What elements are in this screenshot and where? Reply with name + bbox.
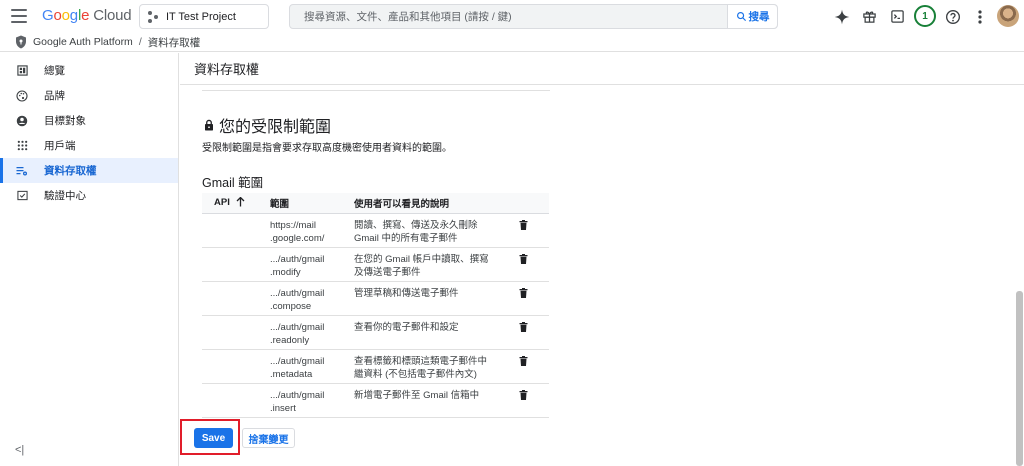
restricted-scopes-title: 您的受限制範圍 xyxy=(204,113,331,137)
table-row: https://mail .google.com/ 閱讀、撰寫、傳送及永久刪除 Gm… xyxy=(202,213,549,248)
dashboard-icon xyxy=(16,65,28,77)
sidebar-item-clients[interactable]: 用戶端 xyxy=(0,133,178,158)
delete-icon[interactable] xyxy=(519,355,528,366)
table-header-row: API 範圍 使用者可以看見的說明 xyxy=(202,193,549,214)
search-icon xyxy=(736,12,746,22)
breadcrumb: Google Auth Platform / 資料存取權 xyxy=(0,33,1024,52)
sidebar-item-verification[interactable]: 驗證中心 xyxy=(0,183,178,208)
sidebar-item-branding[interactable]: 品牌 xyxy=(0,83,178,108)
gmail-scopes-title: Gmail 範圍 xyxy=(202,176,264,190)
sidebar-item-data-access[interactable]: 資料存取權 xyxy=(0,158,178,183)
sidebar-item-audience[interactable]: 目標對象 xyxy=(0,108,178,133)
breadcrumb-root[interactable]: Google Auth Platform xyxy=(33,36,133,48)
lock-icon xyxy=(205,119,213,131)
project-icon xyxy=(148,10,160,23)
breadcrumb-separator: / xyxy=(138,36,142,48)
save-button[interactable]: Save xyxy=(194,428,233,448)
collapse-sidebar-button[interactable]: <| xyxy=(15,444,24,456)
grid-icon xyxy=(16,140,28,152)
delete-icon[interactable] xyxy=(519,389,528,400)
search-bar: 搜尋 xyxy=(289,4,778,29)
shield-icon xyxy=(16,35,26,49)
delete-icon[interactable] xyxy=(519,287,528,298)
description-column-header: 使用者可以看見的說明 xyxy=(354,193,519,214)
api-column-header[interactable]: API xyxy=(202,193,270,214)
table-row: .../auth/gmail .metadata 查看標籤和標頭這類電子郵件中 繼資… xyxy=(202,349,549,384)
restricted-scopes-description: 受限制範圍是指會要求存取高度機密使用者資料的範圍。 xyxy=(202,143,452,154)
divider xyxy=(202,90,550,91)
more-vert-icon[interactable] xyxy=(971,8,988,25)
palette-icon xyxy=(16,89,28,102)
verify-icon xyxy=(16,190,28,202)
scrollbar[interactable] xyxy=(1016,291,1023,466)
sidebar: 總覽 品牌 目標對象 用戶端 資料存取權 驗證中心 <| xyxy=(0,53,179,466)
account-circle-icon xyxy=(16,115,28,127)
table-row: .../auth/gmail .insert 新增電子郵件至 Gmail 信箱中 xyxy=(202,383,549,418)
sort-arrow-up-icon xyxy=(236,197,245,207)
delete-icon[interactable] xyxy=(519,253,528,264)
table-row: .../auth/gmail .readonly 查看你的電子郵件和設定 xyxy=(202,315,549,350)
gemini-icon[interactable] xyxy=(833,8,850,25)
page-title: 資料存取權 xyxy=(180,53,1024,85)
sidebar-item-overview[interactable]: 總覽 xyxy=(0,58,178,83)
menu-icon[interactable] xyxy=(11,9,27,23)
data-access-icon xyxy=(16,165,28,177)
help-icon[interactable] xyxy=(944,8,961,25)
top-bar: GoogleCloud IT Test Project 搜尋 1 xyxy=(0,0,1024,33)
notification-badge[interactable]: 1 xyxy=(914,5,936,27)
table-row: .../auth/gmail .modify 在您的 Gmail 帳戶中讀取、撰寫… xyxy=(202,247,549,282)
delete-icon[interactable] xyxy=(519,219,528,230)
table-row: .../auth/gmail .compose 管理草稿和傳送電子郵件 xyxy=(202,281,549,316)
search-input[interactable] xyxy=(290,5,728,28)
breadcrumb-current: 資料存取權 xyxy=(147,36,201,49)
scopes-table: API 範圍 使用者可以看見的說明 https://mail .google.co… xyxy=(202,193,549,418)
cloud-shell-icon[interactable] xyxy=(889,8,906,25)
scope-column-header: 範圍 xyxy=(270,193,354,214)
delete-icon[interactable] xyxy=(519,321,528,332)
gift-icon[interactable] xyxy=(861,8,878,25)
project-selector-button[interactable]: IT Test Project xyxy=(139,4,269,29)
avatar[interactable] xyxy=(997,5,1019,27)
search-button[interactable]: 搜尋 xyxy=(727,5,777,28)
project-name: IT Test Project xyxy=(166,10,236,23)
discard-changes-button[interactable]: 捨棄變更 xyxy=(242,428,295,448)
main-content: 資料存取權 您的受限制範圍 受限制範圍是指會要求存取高度機密使用者資料的範圍。 … xyxy=(180,53,1024,466)
google-cloud-logo[interactable]: Google Cloud xyxy=(42,7,132,24)
